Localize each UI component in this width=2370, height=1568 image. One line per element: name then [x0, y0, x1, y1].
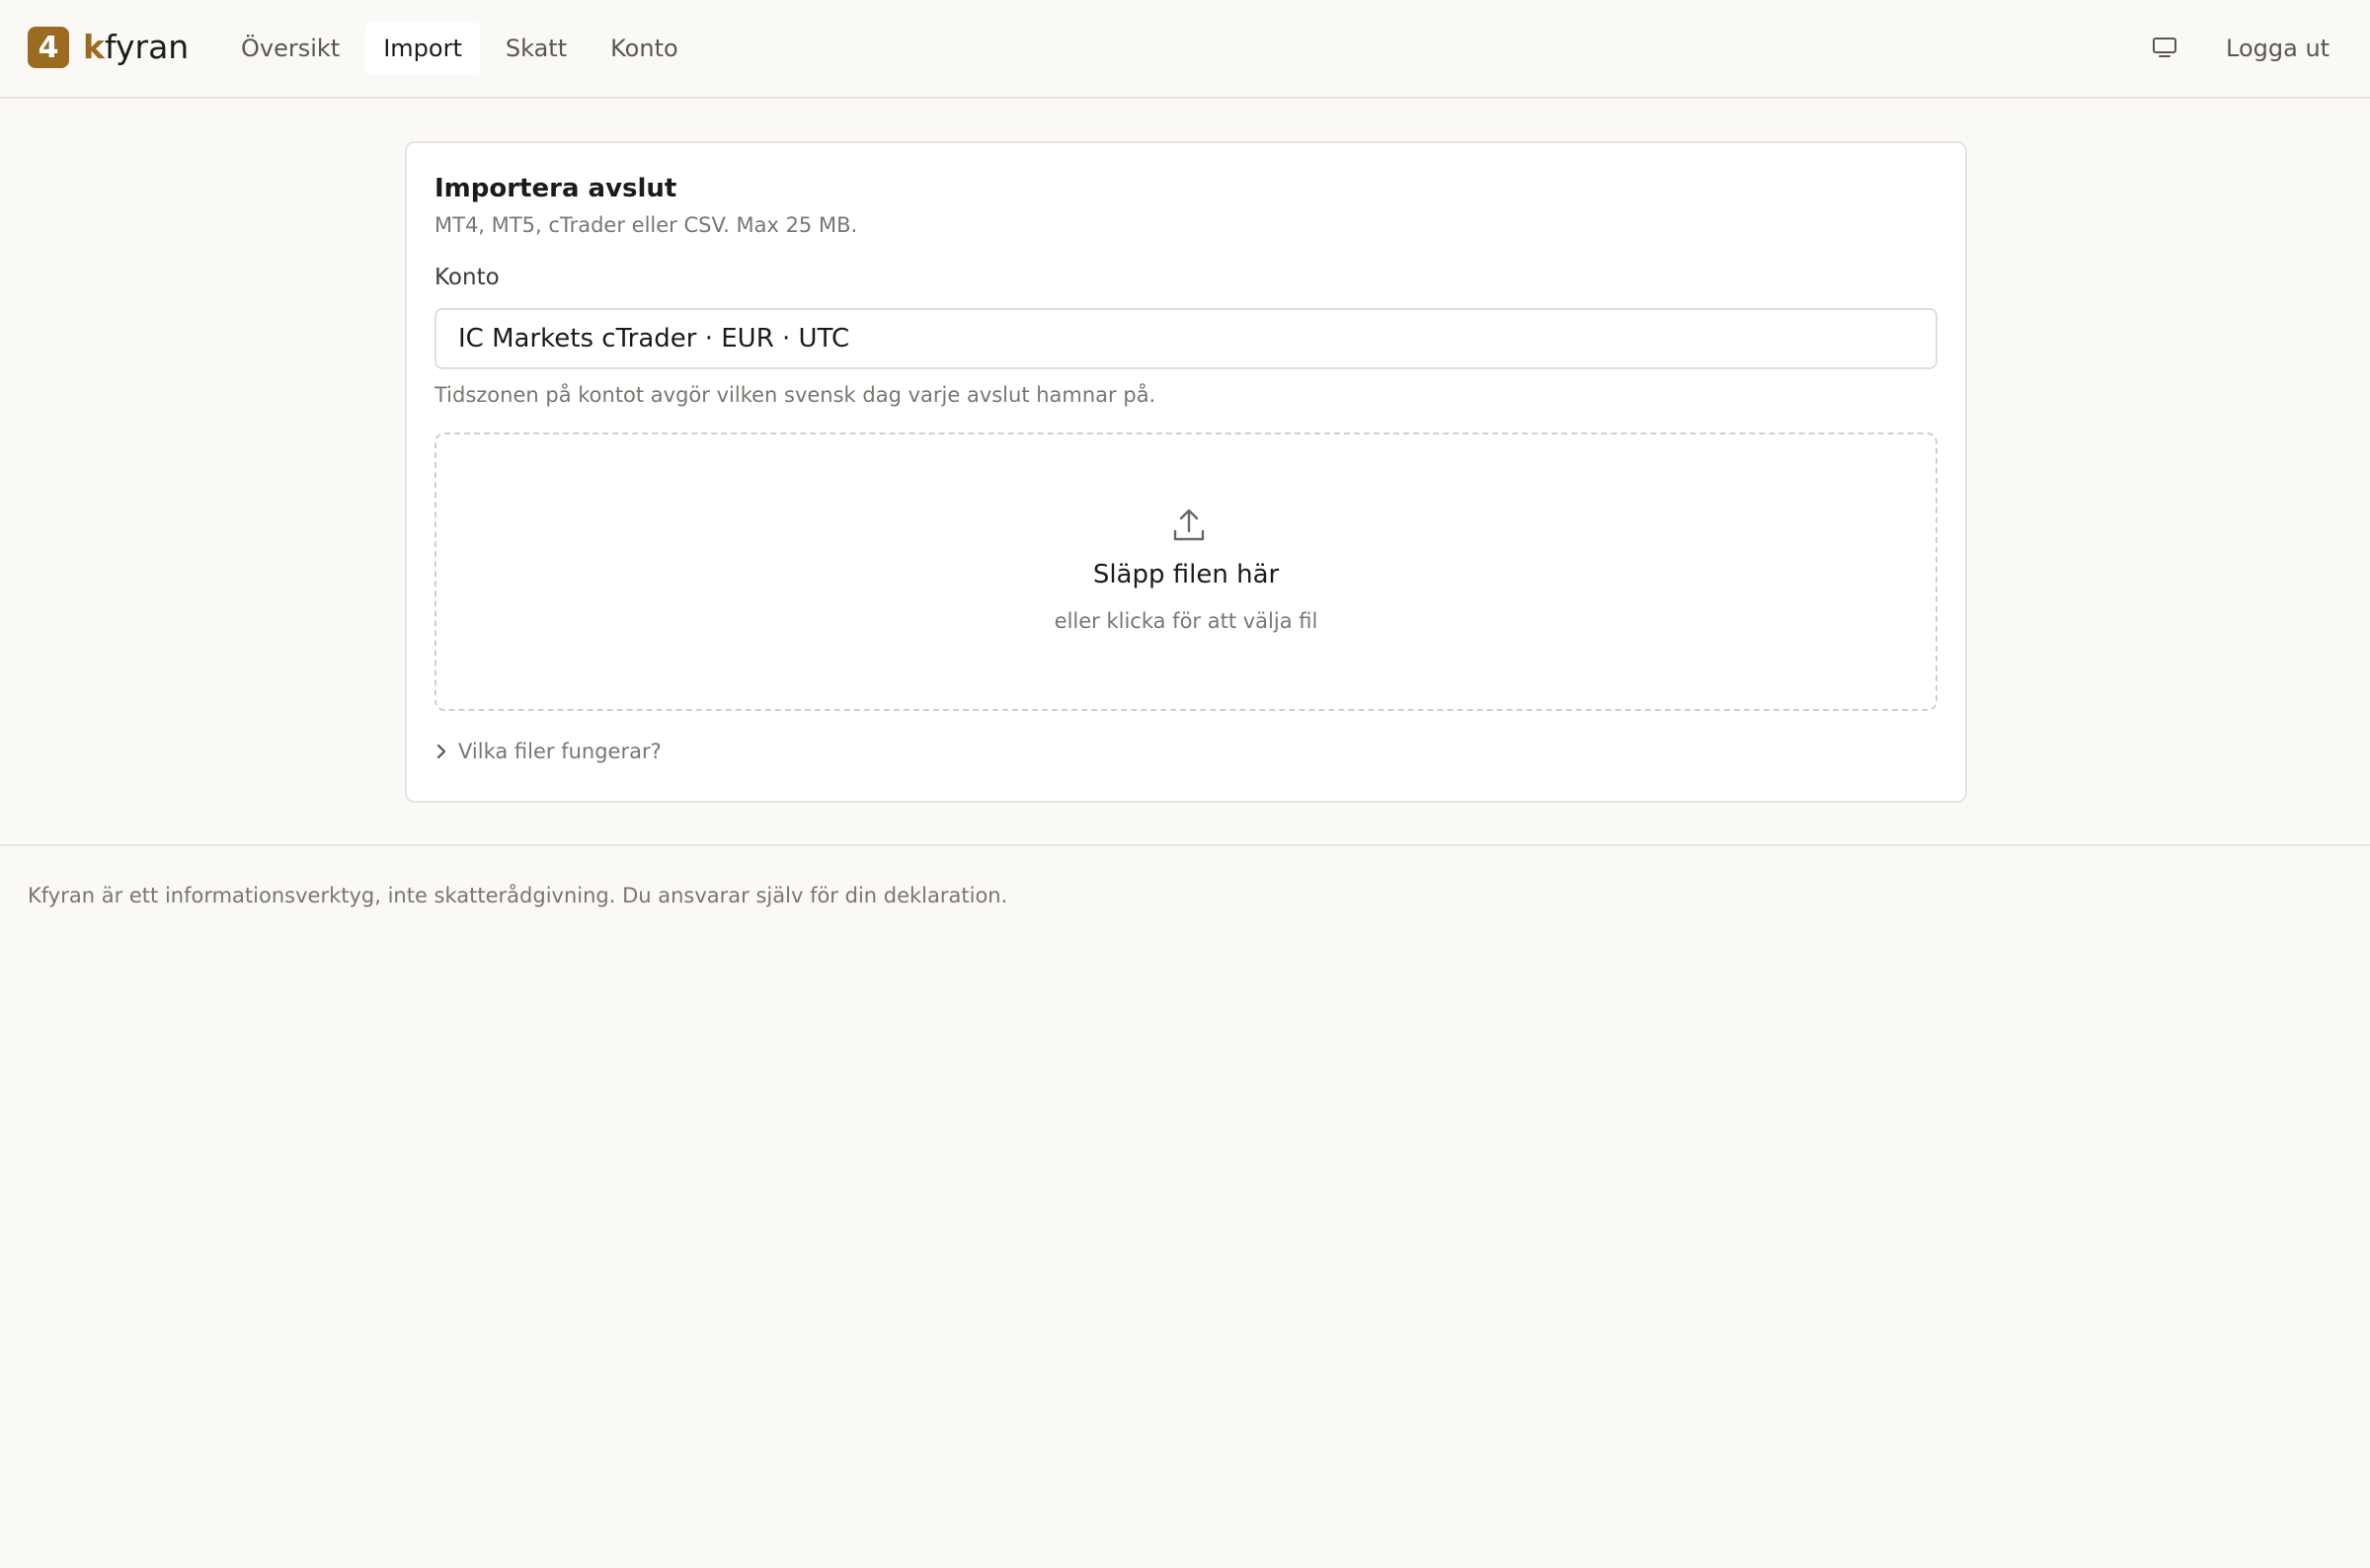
card-subtitle: MT4, MT5, cTrader eller CSV. Max 25 MB. [434, 213, 858, 237]
top-bar: 4 kfyran Översikt Import Skatt Konto Log… [0, 0, 2370, 99]
logo-wordmark-accent: k [83, 28, 105, 66]
display-mode-button[interactable] [2147, 33, 2182, 62]
nav-item-import[interactable]: Import [365, 22, 480, 75]
card-title: Importera avslut [434, 174, 677, 203]
logo-wordmark[interactable]: kfyran [83, 24, 189, 71]
nav-item-skatt[interactable]: Skatt [488, 22, 585, 75]
file-dropzone[interactable]: Släpp filen här eller klicka för att väl… [434, 432, 1937, 711]
footer-disclaimer: Kfyran är ett informationsverktyg, inte … [28, 884, 1008, 907]
nav-item-oversikt[interactable]: Översikt [223, 22, 357, 75]
account-select[interactable]: IC Markets cTrader · EUR · UTC [434, 308, 1937, 369]
logo-wordmark-rest: fyran [104, 28, 190, 66]
account-field-label: Konto [434, 265, 500, 290]
supported-files-label: Vilka filer fungerar? [458, 740, 662, 763]
upload-icon [1173, 509, 1205, 541]
chevron-right-icon [436, 744, 446, 759]
footer-divider [0, 844, 2370, 846]
monitor-icon [2153, 38, 2176, 57]
dropzone-title: Släpp filen här [1092, 560, 1280, 589]
main-nav: Översikt Import Skatt Konto [223, 22, 696, 75]
timezone-hint: Tidszonen på kontot avgör vilken svensk … [434, 383, 1156, 407]
supported-files-toggle[interactable]: Vilka filer fungerar? [434, 736, 662, 767]
logout-button[interactable]: Logga ut [2226, 22, 2330, 75]
logo-badge[interactable]: 4 [28, 27, 69, 68]
import-card: Importera avslut MT4, MT5, cTrader eller… [405, 141, 1967, 803]
logo-badge-text: 4 [38, 30, 59, 65]
dropzone-subtitle: eller klicka för att välja fil [1054, 609, 1318, 633]
nav-item-konto[interactable]: Konto [592, 22, 696, 75]
